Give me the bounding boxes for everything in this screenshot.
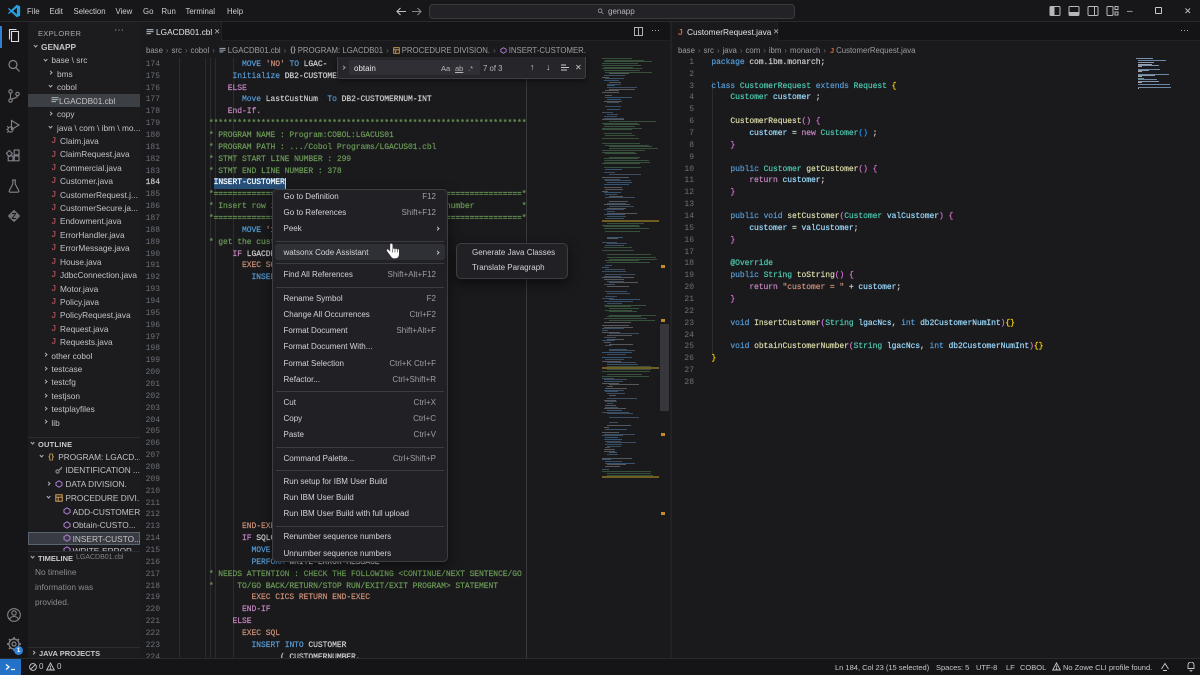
svg-text:Z: Z xyxy=(12,212,17,221)
